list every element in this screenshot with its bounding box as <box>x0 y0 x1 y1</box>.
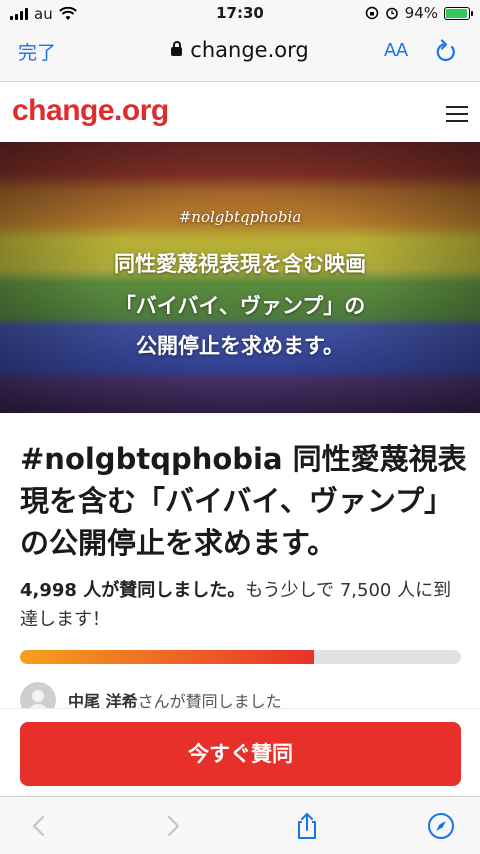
hero-hashtag: #nolgbtqphobia <box>178 208 302 226</box>
reload-icon[interactable] <box>432 38 460 66</box>
signature-progress-fill <box>20 650 314 664</box>
hero-line-3: 公開停止を求めます。 <box>136 334 344 358</box>
alarm-icon <box>385 7 398 20</box>
status-right: 94% <box>365 4 473 22</box>
recent-signer: 中尾 洋希さんが賛同しました <box>20 682 282 710</box>
hero-image: #nolgbtqphobia 同性愛蔑視表現を含む映画 「バイバイ、ヴァンプ」の… <box>0 142 480 413</box>
address-field[interactable]: change.org <box>0 38 480 62</box>
orientation-lock-icon <box>365 6 378 20</box>
battery-icon <box>444 6 473 20</box>
change-org-logo[interactable]: change.org <box>12 94 169 128</box>
share-icon[interactable] <box>292 811 322 841</box>
sign-now-button[interactable]: 今すぐ賛同 <box>20 722 461 786</box>
battery-percent: 94% <box>404 4 438 22</box>
hero-line-2: 「バイバイ、ヴァンプ」の <box>114 294 366 318</box>
status-bar: au 17:30 94% <box>0 0 480 28</box>
signature-summary: 4,998 人が賛同しました。もう少しで 7,500 人に到達します！ <box>20 576 465 634</box>
menu-icon[interactable] <box>446 106 468 122</box>
text-size-button[interactable]: AA <box>384 40 408 61</box>
browser-toolbar <box>0 796 480 854</box>
signature-progress-bar <box>20 650 461 664</box>
petition-title: #nolgbtqphobia 同性愛蔑視表現を含む「バイバイ、ヴァンプ」の公開停… <box>20 442 467 560</box>
signature-count: 4,998 人が賛同しました。 <box>20 580 246 601</box>
compass-icon[interactable] <box>426 811 456 841</box>
back-icon[interactable] <box>24 811 54 841</box>
hero-line-1: 同性愛蔑視表現を含む映画 <box>114 252 366 276</box>
avatar <box>20 682 56 710</box>
lock-icon <box>171 41 183 56</box>
recent-signer-text: 中尾 洋希さんが賛同しました <box>68 682 282 710</box>
site-header: change.org <box>0 82 480 142</box>
browser-url-bar: 完了 change.org AA <box>0 28 480 82</box>
url-text: change.org <box>190 38 309 62</box>
forward-icon[interactable] <box>158 811 188 841</box>
cta-container: 今すぐ賛同 <box>0 708 480 796</box>
battery-level <box>446 8 467 18</box>
